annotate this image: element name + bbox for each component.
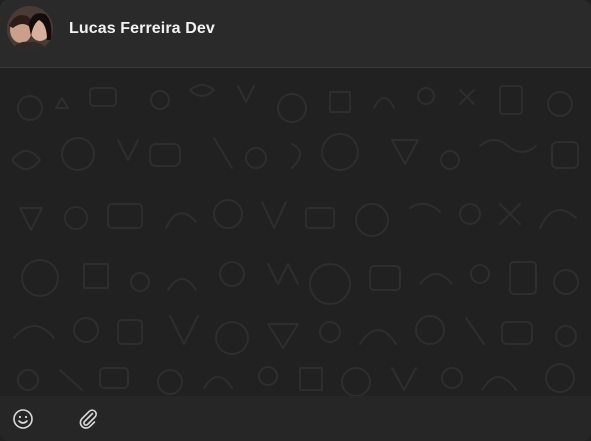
contact-name[interactable]: Lucas Ferreira Dev (69, 20, 215, 38)
emoji-icon (13, 409, 33, 429)
contact-avatar[interactable] (7, 6, 53, 52)
avatar-photo-icon (7, 6, 53, 52)
emoji-button[interactable] (11, 407, 35, 431)
attach-button[interactable] (76, 407, 100, 431)
chat-header: Lucas Ferreira Dev (0, 0, 591, 68)
chat-wallpaper-doodle-pattern (11, 84, 579, 396)
chat-messages-area[interactable] (0, 68, 591, 396)
chat-window: Lucas Ferreira Dev (0, 0, 591, 441)
paperclip-icon (79, 409, 97, 429)
message-input-bar (0, 396, 591, 441)
